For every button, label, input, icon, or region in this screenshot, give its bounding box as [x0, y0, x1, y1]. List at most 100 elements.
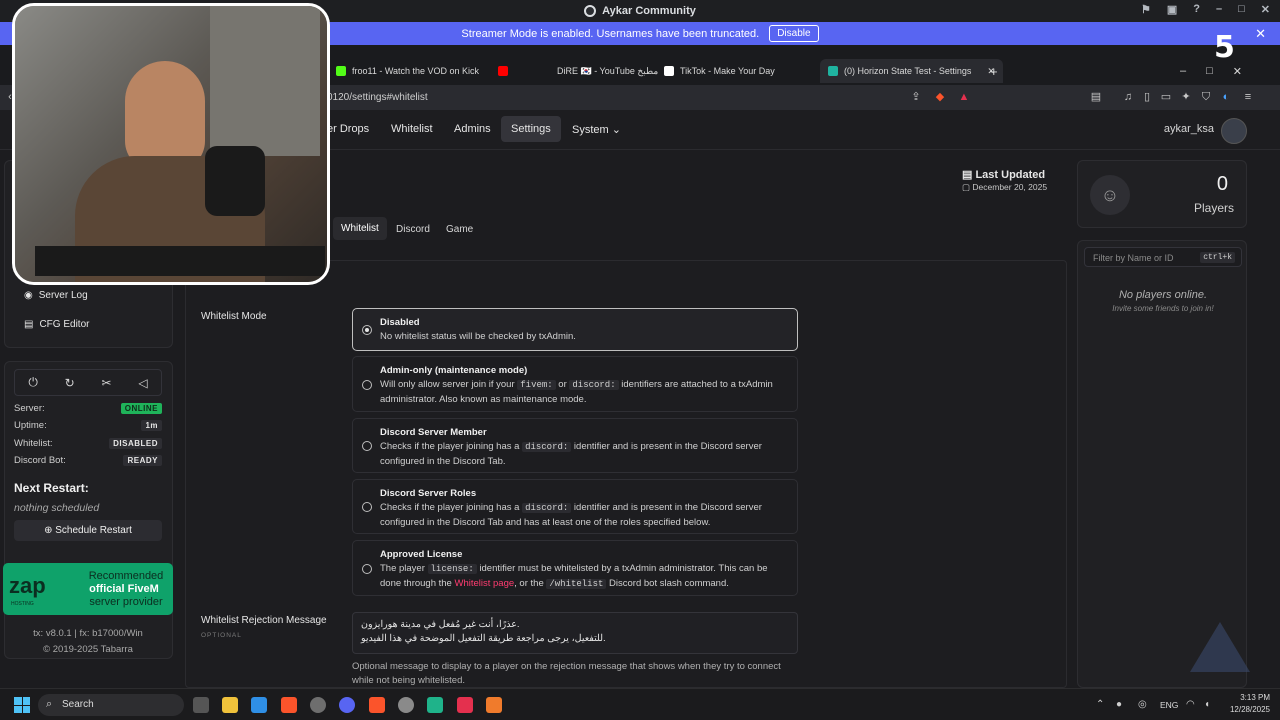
radio[interactable]	[362, 564, 372, 574]
sidebar-icon[interactable]: ▯	[1141, 91, 1153, 103]
nav-whitelist[interactable]: Whitelist	[391, 123, 433, 135]
tiktok-icon	[664, 66, 674, 76]
rejection-help-text: Optional message to display to a player …	[352, 661, 781, 686]
brave-rewards-icon[interactable]: ▲	[958, 91, 970, 103]
tab-settings-active[interactable]: (0) Horizon State Test - Settings ✕	[820, 59, 1003, 83]
reader-icon[interactable]: ▤	[1090, 91, 1102, 103]
sidebar-item-server-log[interactable]: ◉ Server Log	[24, 290, 88, 301]
screen-icon[interactable]: ▣	[1167, 3, 1177, 16]
app-icon[interactable]	[427, 697, 443, 713]
windows-start-icon[interactable]	[14, 697, 30, 713]
github-icon[interactable]	[310, 697, 326, 713]
brave-shield-icon[interactable]: ◆	[934, 91, 946, 103]
tab-youtube-1[interactable]	[498, 60, 508, 82]
windows-taskbar: ⌕ Search ⌃ ● ◎ ENG ◠ ◖ 3:13 PM 12/28/202…	[0, 688, 1280, 720]
close-icon[interactable]: ✕	[1233, 65, 1242, 78]
volume-icon[interactable]: ◖	[1204, 699, 1210, 710]
radio-selected[interactable]	[362, 325, 372, 335]
task-view-icon[interactable]	[193, 697, 209, 713]
clock-date[interactable]: 12/28/2025	[1222, 705, 1270, 714]
tab-youtube-2[interactable]: DiRE 🇰🇷 - YouTube مطبخ	[557, 60, 658, 82]
app-title: Aykar Community	[584, 5, 696, 17]
eye-icon: ◉	[24, 290, 33, 301]
brave-icon[interactable]	[281, 697, 297, 713]
whitelist-page-link[interactable]: Whitelist page	[454, 578, 514, 589]
players-label: Players	[1193, 201, 1234, 215]
sidebar-item-label: Server Log	[38, 290, 88, 301]
nav-player-drops[interactable]: er Drops	[327, 123, 369, 135]
maximize-icon[interactable]: □	[1238, 3, 1245, 16]
option-title: Discord Server Roles	[380, 488, 477, 499]
wifi-icon[interactable]: ◠	[1186, 699, 1195, 710]
txadmin-watermark-logo	[1190, 622, 1250, 672]
power-off-icon[interactable]: ⏻	[28, 375, 38, 390]
radio[interactable]	[362, 502, 372, 512]
status-label: Uptime:	[14, 420, 47, 431]
announce-icon[interactable]: ◁	[138, 376, 147, 390]
taskbar-search[interactable]: ⌕ Search	[38, 694, 184, 716]
menu-icon[interactable]: ≡	[1242, 91, 1254, 103]
nav-admins[interactable]: Admins	[454, 123, 491, 135]
minimize-icon[interactable]: –	[1180, 65, 1186, 77]
minimize-icon[interactable]: –	[1216, 3, 1222, 16]
help-icon[interactable]: ?	[1193, 3, 1200, 16]
wallet-icon[interactable]: ▭	[1160, 91, 1172, 103]
calendar-icon: ▤	[962, 169, 976, 181]
tab-kick[interactable]: froo11 - Watch the VOD on Kick	[336, 60, 479, 82]
new-tab-button[interactable]: +	[990, 60, 998, 82]
url-field[interactable]: 0120/settings#whitelist	[327, 92, 428, 103]
restart-icon[interactable]: ↻	[65, 376, 75, 390]
brave-beta-icon[interactable]	[369, 697, 385, 713]
keyboard	[35, 246, 325, 276]
radio[interactable]	[362, 441, 372, 451]
music-icon[interactable]: ♫	[1122, 91, 1134, 103]
option-approved-license[interactable]: Approved License The player license: ide…	[352, 540, 798, 596]
tab-game[interactable]: Game	[446, 224, 473, 235]
clock-time[interactable]: 3:13 PM	[1226, 693, 1270, 702]
option-title: Approved License	[380, 549, 463, 560]
player-filter-input[interactable]: Filter by Name or ID ctrl+k	[1084, 247, 1242, 267]
xampp-icon[interactable]	[486, 697, 502, 713]
username[interactable]: aykar_ksa	[1164, 123, 1214, 135]
vpn-icon[interactable]: ⛉	[1200, 91, 1212, 103]
tray-chevron-icon[interactable]: ⌃	[1096, 699, 1104, 710]
discord-icon[interactable]	[339, 697, 355, 713]
tab-tiktok[interactable]: TikTok - Make Your Day	[664, 60, 775, 82]
invite-text: Invite some friends to join in!	[1112, 304, 1214, 313]
close-banner-icon[interactable]: ✕	[1255, 26, 1266, 42]
option-discord-roles[interactable]: Discord Server Roles Checks if the playe…	[352, 479, 798, 534]
vscode-icon[interactable]	[251, 697, 267, 713]
maximize-icon[interactable]: □	[1206, 65, 1213, 77]
last-updated: ▤ Last Updated	[962, 168, 1045, 181]
nav-settings[interactable]: Settings	[501, 116, 561, 142]
mic-icon[interactable]: ●	[1116, 699, 1122, 710]
file-explorer-icon[interactable]	[222, 697, 238, 713]
app-a-icon[interactable]	[457, 697, 473, 713]
extensions-icon[interactable]: ✦	[1180, 91, 1192, 103]
nav-system[interactable]: System ⌄	[572, 123, 621, 136]
sidebar-item-cfg-editor[interactable]: ▤ CFG Editor	[24, 319, 89, 330]
radio[interactable]	[362, 380, 372, 390]
ad-line2: official FiveM	[89, 583, 159, 595]
network-icon[interactable]: ◎	[1138, 699, 1147, 710]
option-discord-member[interactable]: Discord Server Member Checks if the play…	[352, 418, 798, 473]
tab-whitelist[interactable]: Whitelist	[333, 217, 387, 240]
option-disabled[interactable]: Disabled No whitelist status will be che…	[352, 308, 798, 351]
close-icon[interactable]: ✕	[1261, 3, 1270, 16]
inbox-icon[interactable]: ⚑	[1141, 3, 1151, 16]
language-indicator[interactable]: ENG	[1160, 700, 1178, 710]
settings-icon[interactable]	[398, 697, 414, 713]
schedule-restart-button[interactable]: ⊕ Schedule Restart	[14, 520, 162, 541]
leo-icon[interactable]: ◐	[1220, 91, 1232, 103]
rejection-message-textarea[interactable]: عذرًا، أنت غير مُفعل في مدينة هورايزون. …	[352, 612, 798, 654]
kick-all-icon[interactable]: ✂	[102, 376, 112, 390]
disable-streamer-button[interactable]: Disable	[769, 25, 819, 42]
rejection-message-label: Whitelist Rejection Message	[201, 615, 327, 626]
tab-discord[interactable]: Discord	[396, 224, 430, 235]
option-admin-only[interactable]: Admin-only (maintenance mode) Will only …	[352, 356, 798, 412]
share-icon[interactable]: ⇪	[910, 91, 922, 103]
avatar[interactable]	[1221, 118, 1247, 144]
status-label: Whitelist:	[14, 438, 53, 449]
zap-hosting-ad[interactable]: zap HOSTING Recommended official FiveM s…	[3, 563, 173, 615]
option-desc: Checks if the player joining has a disco…	[380, 441, 762, 467]
